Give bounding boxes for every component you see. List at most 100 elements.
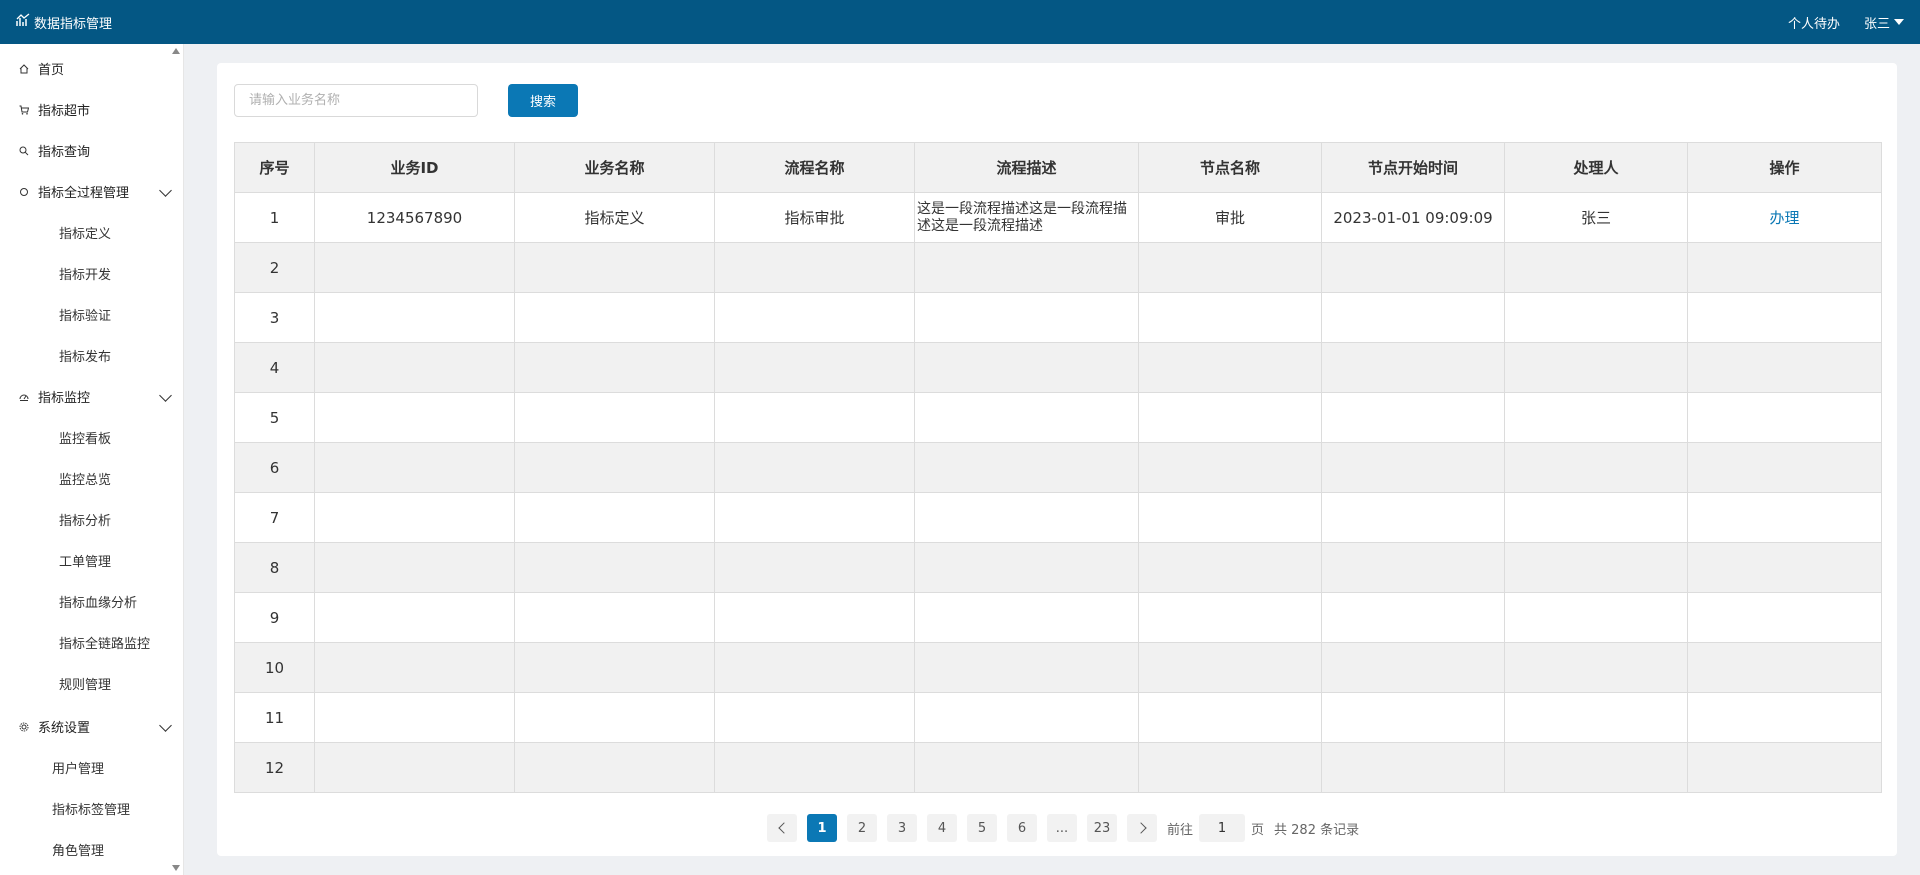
- sidebar-subitem-lineage[interactable]: 指标血缘分析: [59, 586, 209, 616]
- node-start-time-cell: [1321, 742, 1505, 793]
- column-header: 流程名称: [714, 142, 915, 193]
- sidebar-subitem-rules[interactable]: 规则管理: [59, 668, 209, 698]
- business-id-cell: [314, 742, 515, 793]
- page-button[interactable]: 5: [967, 814, 997, 842]
- page-ellipsis[interactable]: ...: [1047, 814, 1077, 842]
- sidebar-subitem-publish[interactable]: 指标发布: [59, 340, 209, 370]
- table-row: 5: [234, 392, 1882, 443]
- prev-page-button[interactable]: [767, 814, 797, 842]
- process-desc-cell: [914, 292, 1139, 343]
- node-name-cell: [1138, 542, 1322, 593]
- user-menu[interactable]: 张三: [1864, 13, 1904, 32]
- process-name-cell: [714, 542, 915, 593]
- page-button[interactable]: 4: [927, 814, 957, 842]
- business-id-cell: [314, 342, 515, 393]
- node-name-cell: [1138, 442, 1322, 493]
- process-name-cell: [714, 642, 915, 693]
- goto-suffix: 页: [1251, 822, 1265, 838]
- business-name-cell: [514, 492, 715, 543]
- sidebar-item-query[interactable]: 指标查询: [0, 135, 170, 165]
- sidebar-subitem-analysis[interactable]: 指标分析: [59, 504, 209, 534]
- process-desc-cell: [914, 642, 1139, 693]
- page-button[interactable]: 2: [847, 814, 877, 842]
- handler-cell: [1504, 242, 1688, 293]
- goto-label: 前往: [1167, 822, 1194, 838]
- sidebar-subitem-fullchain[interactable]: 指标全链路监控: [59, 627, 209, 657]
- sidebar-scrollbar[interactable]: [169, 44, 183, 875]
- sidebar-subitem-overview[interactable]: 监控总览: [59, 463, 209, 493]
- node-start-time-cell: [1321, 342, 1505, 393]
- sidebar-subitem-workorder[interactable]: 工单管理: [59, 545, 209, 575]
- goto-page-input[interactable]: [1199, 814, 1246, 842]
- sidebar-item-monitor[interactable]: 指标监控: [0, 381, 172, 411]
- sidebar-item-settings[interactable]: 系统设置: [0, 711, 172, 741]
- node-start-time-cell: [1321, 442, 1505, 493]
- sidebar-subitem-develop[interactable]: 指标开发: [59, 258, 209, 288]
- sidebar-item-home[interactable]: 首页: [0, 53, 170, 83]
- process-name-cell: [714, 392, 915, 443]
- row-index-cell: 6: [234, 442, 315, 493]
- column-header: 操作: [1687, 142, 1882, 193]
- scroll-down-icon[interactable]: [172, 865, 180, 871]
- row-index-cell: 3: [234, 292, 315, 343]
- action-cell: [1687, 242, 1882, 293]
- next-page-button[interactable]: [1127, 814, 1157, 842]
- node-name-cell: [1138, 642, 1322, 693]
- page-button[interactable]: 6: [1007, 814, 1037, 842]
- action-cell: [1687, 292, 1882, 343]
- node-name-cell: [1138, 392, 1322, 443]
- column-header: 业务ID: [314, 142, 515, 193]
- page-button[interactable]: 23: [1087, 814, 1117, 842]
- handler-cell: [1504, 292, 1688, 343]
- node-start-time-cell: [1321, 392, 1505, 443]
- node-start-time-cell: [1321, 692, 1505, 743]
- business-id-cell: [314, 642, 515, 693]
- action-cell: [1687, 542, 1882, 593]
- row-index-cell: 4: [234, 342, 315, 393]
- table-row: 2: [234, 242, 1882, 293]
- node-start-time-cell: 2023-01-01 09:09:09: [1321, 192, 1505, 243]
- app-logo[interactable]: 数据指标管理: [16, 13, 112, 32]
- handler-cell: 张三: [1504, 192, 1688, 243]
- action-cell: [1687, 442, 1882, 493]
- sidebar-subitem-verify[interactable]: 指标验证: [59, 299, 209, 329]
- sidebar-subitem-dashboard[interactable]: 监控看板: [59, 422, 209, 452]
- node-start-time-cell: [1321, 242, 1505, 293]
- node-start-time-cell: [1321, 592, 1505, 643]
- process-desc-cell: [914, 342, 1139, 393]
- sidebar-subitem-define[interactable]: 指标定义: [59, 217, 209, 247]
- process-name-cell: [714, 492, 915, 543]
- business-name-search-input[interactable]: [234, 84, 478, 117]
- page-button[interactable]: 3: [887, 814, 917, 842]
- row-index-cell: 12: [234, 742, 315, 793]
- chevron-left-icon: [777, 822, 790, 834]
- node-start-time-cell: [1321, 542, 1505, 593]
- business-name-cell: [514, 542, 715, 593]
- process-desc-cell: 这是一段流程描述这是一段流程描述这是一段流程描述: [914, 192, 1139, 243]
- top-bar: 数据指标管理 个人待办 张三: [0, 0, 1920, 44]
- action-cell: [1687, 342, 1882, 393]
- process-action-link[interactable]: 办理: [1769, 209, 1799, 227]
- task-table: 序号 业务ID 业务名称 流程名称 流程描述 节点名称 节点开始时间 处理人 操…: [234, 142, 1882, 793]
- row-index-cell: 7: [234, 492, 315, 543]
- sidebar-item-market[interactable]: 指标超市: [0, 94, 170, 124]
- node-start-time-cell: [1321, 292, 1505, 343]
- row-index-cell: 10: [234, 642, 315, 693]
- process-name-cell: [714, 742, 915, 793]
- node-name-cell: [1138, 242, 1322, 293]
- scroll-up-icon[interactable]: [172, 48, 180, 54]
- sidebar-item-label: 系统设置: [38, 720, 91, 736]
- cart-icon: [19, 104, 30, 115]
- node-name-cell: [1138, 292, 1322, 343]
- page-button[interactable]: 1: [807, 814, 837, 842]
- business-name-cell: [514, 742, 715, 793]
- table-row: 7: [234, 492, 1882, 543]
- search-button[interactable]: 搜索: [508, 84, 578, 117]
- node-name-cell: [1138, 592, 1322, 643]
- table-row: 8: [234, 542, 1882, 593]
- personal-todo-link[interactable]: 个人待办: [1788, 13, 1840, 32]
- user-name: 张三: [1863, 16, 1890, 32]
- caret-down-icon: [1894, 19, 1904, 25]
- column-header: 处理人: [1504, 142, 1688, 193]
- sidebar-item-lifecycle[interactable]: 指标全过程管理: [0, 176, 172, 206]
